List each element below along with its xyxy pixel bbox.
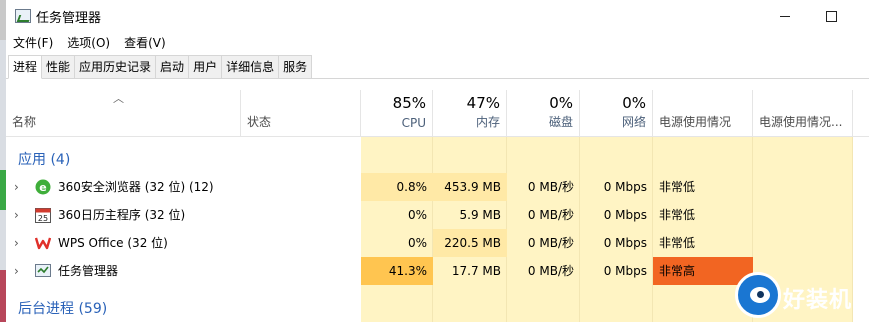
task-manager-icon [15,9,31,23]
eye-logo-icon [735,272,781,318]
col-disk-label: 磁盘 [548,115,573,129]
window-title: 任务管理器 [36,11,102,26]
minimize-icon [780,15,790,17]
power-cell: 非常低 [659,208,696,222]
watermark-logo: 好装机 [733,268,869,322]
memory-cell: 220.5 MB [433,229,507,257]
network-total-percent: 0% [622,94,646,112]
svg-text:e: e [39,181,46,194]
title-bar: 任务管理器 [6,0,869,32]
network-cell: 0 Mbps [603,236,647,250]
cpu-cell: 0% [407,236,427,250]
memory-cell: 453.9 MB [433,173,507,201]
process-name: 360安全浏览器 (32 位) (12) [58,180,214,194]
col-power-label: 电源使用情况 [659,115,732,129]
cpu-cell: 41.3% [361,257,433,285]
col-name-label: 名称 [12,115,37,129]
tab-startup[interactable]: 启动 [155,55,190,78]
calendar-icon: 25 [35,208,51,223]
tab-details[interactable]: 详细信息 [221,55,280,78]
watermark-text: 好装机 [783,288,853,313]
maximize-button[interactable] [808,0,854,32]
power-cell: 非常低 [659,180,696,194]
tab-bar: 进程 性能 应用历史记录 启动 用户 详细信息 服务 [6,55,869,79]
process-row[interactable]: › WPS Office (32 位) 0% 220.5 MB 0 MB/秒 0… [6,229,869,257]
chevron-right-icon[interactable]: › [14,257,19,285]
col-power-trend[interactable]: 电源使用情况... [753,90,853,136]
tab-app-history[interactable]: 应用历史记录 [74,55,157,78]
menu-bar: 文件(F) 选项(O) 查看(V) [6,32,869,52]
power-cell: 非常低 [659,236,696,250]
col-disk[interactable]: 0% 磁盘 [507,90,580,136]
col-network[interactable]: 0% 网络 [580,90,653,136]
browser-360-icon: e [35,179,51,195]
cpu-total-percent: 85% [392,94,426,112]
process-row[interactable]: › 25 360日历主程序 (32 位) 0% 5.9 MB 0 MB/秒 0 … [6,201,869,229]
process-name: 任务管理器 [58,264,119,278]
process-name: WPS Office (32 位) [58,236,168,250]
chevron-right-icon[interactable]: › [14,173,19,201]
col-network-label: 网络 [621,115,646,129]
minimize-button[interactable] [762,0,808,32]
cpu-cell: 0.8% [361,173,433,201]
memory-total-percent: 47% [466,94,500,112]
network-cell: 0 Mbps [603,264,647,278]
maximize-icon [825,10,837,22]
process-row[interactable]: › e 360安全浏览器 (32 位) (12) 0.8% 453.9 MB 0… [6,173,869,201]
col-power[interactable]: 电源使用情况 [653,90,753,136]
tab-services[interactable]: 服务 [278,55,313,78]
group-background[interactable]: 后台进程 (59) [18,298,107,318]
col-name[interactable]: ︿ 名称 [6,90,241,136]
col-memory-label: 内存 [475,115,500,129]
group-apps[interactable]: 应用 (4) [18,149,70,169]
sort-up-icon: ︿ [113,92,124,105]
memory-cell: 5.9 MB [459,208,501,222]
network-cell: 0 Mbps [603,208,647,222]
disk-cell: 0 MB/秒 [527,180,574,194]
task-manager-icon [35,264,51,277]
wps-icon [35,237,51,250]
disk-cell: 0 MB/秒 [527,264,574,278]
process-name: 360日历主程序 (32 位) [58,208,186,222]
col-status[interactable]: 状态 [241,90,361,136]
menu-file[interactable]: 文件(F) [13,34,53,51]
chevron-right-icon[interactable]: › [14,201,19,229]
calendar-day-text: 25 [38,214,48,223]
cpu-cell: 0% [407,208,427,222]
col-status-label: 状态 [247,115,272,129]
menu-view[interactable]: 查看(V) [124,34,166,51]
col-cpu[interactable]: 85% CPU [361,90,433,136]
col-memory[interactable]: 47% 内存 [433,90,507,136]
tab-users[interactable]: 用户 [188,55,223,78]
disk-cell: 0 MB/秒 [527,236,574,250]
tab-performance[interactable]: 性能 [41,55,76,78]
network-cell: 0 Mbps [603,180,647,194]
col-cpu-label: CPU [401,116,426,130]
column-header: ︿ 名称 状态 85% CPU 47% 内存 0% 磁盘 0% 网络 电源使用情… [6,90,869,137]
disk-total-percent: 0% [549,94,573,112]
tab-processes[interactable]: 进程 [8,55,43,79]
memory-cell: 17.7 MB [451,264,501,278]
chevron-right-icon[interactable]: › [14,229,19,257]
col-power-trend-label: 电源使用情况... [759,115,843,129]
menu-options[interactable]: 选项(O) [67,34,110,51]
disk-cell: 0 MB/秒 [527,208,574,222]
